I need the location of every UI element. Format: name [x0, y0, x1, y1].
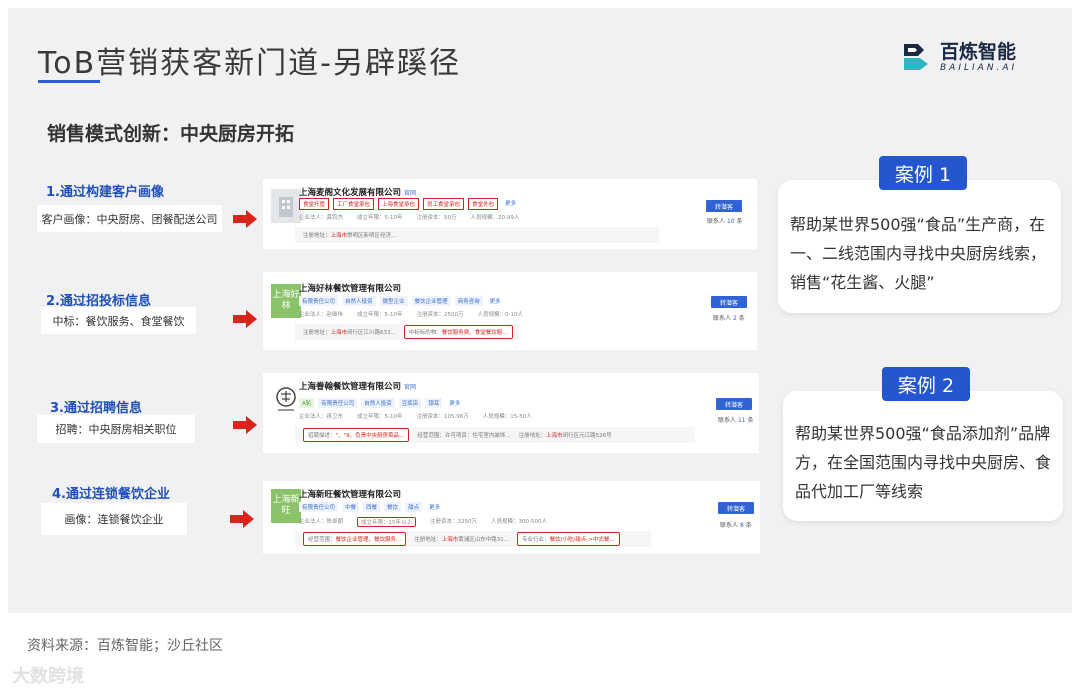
convert-lead-button[interactable]: 转潜客 [718, 502, 754, 514]
section-subtitle: 销售模式创新：中央厨房开拓 [47, 123, 295, 145]
title-underline [38, 80, 100, 83]
company-name[interactable]: 上海麦阁文化发展有限公司 官网 [299, 186, 416, 198]
tag: 西餐 [363, 502, 381, 512]
more-link[interactable]: 更多 [502, 198, 519, 210]
founded-years-highlight: 成立年限：15年以上 [357, 517, 417, 527]
convert-lead-button[interactable]: 转潜客 [711, 296, 747, 308]
company-card-2[interactable]: 上海好林 上海好林餐饮管理有限公司 有限责任公司 自然人投资 微型企业 餐饮企业… [263, 272, 757, 350]
company-name[interactable]: 上海好林餐饮管理有限公司 [299, 282, 401, 294]
more-link[interactable]: 更多 [487, 296, 504, 306]
company-card-3[interactable]: 上海眷翰餐饮管理有限公司 官网 A轮 有限责任公司 自然人投资 豆浆店 银耳 更… [263, 373, 759, 453]
convert-lead-button[interactable]: 转潜客 [716, 398, 752, 410]
company-logo [271, 383, 301, 417]
tag: 有限责任公司 [318, 398, 358, 408]
tag: 甜点 [405, 502, 423, 512]
contacts-count[interactable]: 联系人 10 条 [707, 216, 743, 225]
tag: 商务咨询 [454, 296, 483, 306]
tag: A轮 [299, 398, 315, 408]
tag: 有限责任公司 [299, 502, 339, 512]
case-2-box: 帮助某世界500强“食品添加剂”品牌方，在全国范围内寻找中央厨房、食品代加工厂等… [783, 391, 1063, 521]
company-logo: 上海新旺 [271, 489, 301, 523]
right-arrow-icon [233, 310, 257, 328]
company-card-1[interactable]: 上海麦阁文化发展有限公司 官网 食堂托管 工厂食堂承包 上海食堂承包 员工食堂承… [263, 179, 757, 249]
step-box-1: 客户画像：中央厨房、团餐配送公司 [37, 205, 222, 232]
tag: 食堂托管 [299, 198, 330, 210]
tag: 自然人投资 [361, 398, 395, 408]
right-arrow-icon [233, 210, 257, 228]
website-badge: 官网 [403, 190, 416, 197]
tag: 工厂食堂承包 [333, 198, 375, 210]
tag: 中餐 [342, 502, 360, 512]
right-arrow-icon [233, 416, 257, 434]
brand-logo: 百炼智能 BAILIAN.AI [900, 40, 1017, 74]
company-info-row: 企业法人：孫卫东 成立年限：5-10年 注册资本：105.96万 人员规模：15-50… [299, 414, 532, 420]
tag-row: 有限责任公司 中餐 西餐 餐饮 甜点 更多 [299, 502, 443, 512]
watermark: 大数跨境 [12, 666, 84, 687]
contacts-count[interactable]: 联系人 2 条 [713, 313, 745, 322]
tag: 上海食堂承包 [378, 198, 420, 210]
tag: 餐饮 [384, 502, 402, 512]
source-note: 资料来源：百炼智能；沙丘社区 [27, 638, 223, 654]
tag: 微型企业 [379, 296, 408, 306]
address-row: 招聘描述："、"9、负责中央厨房菜品... 经营范围：许可项目：住宅室内装饰..… [295, 427, 695, 443]
step-box-4: 画像：连锁餐饮企业 [41, 503, 187, 535]
website-badge: 官网 [403, 384, 416, 391]
tag-row: A轮 有限责任公司 自然人投资 豆浆店 银耳 更多 [299, 398, 463, 408]
step-box-3: 招聘：中央厨房相关职位 [37, 415, 195, 443]
page-title: ToB营销获客新门道-另辟蹊径 [38, 46, 461, 81]
more-link[interactable]: 更多 [446, 398, 463, 408]
more-link[interactable]: 更多 [426, 502, 443, 512]
company-logo: 上海好林 [271, 284, 301, 318]
step-title-1: 1.通过构建客户画像 [46, 185, 164, 200]
company-name[interactable]: 上海新旺餐饮管理有限公司 [299, 488, 401, 500]
bailian-logo-icon [900, 40, 934, 74]
company-info-row: 企业法人：赵继伟 成立年限：5-10年 注册资本：2500万 人员规模：0-10人 [299, 312, 523, 318]
company-card-4[interactable]: 上海新旺 上海新旺餐饮管理有限公司 有限责任公司 中餐 西餐 餐饮 甜点 更多 … [263, 481, 760, 554]
tag-row: 食堂托管 工厂食堂承包 上海食堂承包 员工食堂承包 食堂外包 更多 [299, 198, 519, 210]
company-name[interactable]: 上海眷翰餐饮管理有限公司 官网 [299, 380, 416, 392]
case-1-label: 案例 1 [879, 156, 967, 190]
tag: 食堂外包 [468, 198, 499, 210]
right-arrow-icon [230, 510, 254, 528]
industry-highlight: 专业行业：餐饮/小吃/甜点->中式餐... [517, 532, 620, 546]
contacts-count[interactable]: 联系人 11 条 [718, 415, 754, 424]
tag: 银耳 [425, 398, 443, 408]
step-title-4: 4.通过连锁餐饮企业 [52, 487, 170, 502]
address-row: 经营范围：餐饮企业管理，餐饮服务... 注册地址：上海市黄浦区山东中路31...… [295, 531, 651, 547]
convert-lead-button[interactable]: 转潜客 [706, 200, 742, 212]
tag: 自然人投资 [342, 296, 376, 306]
logo-name: 百炼智能 [940, 40, 1017, 63]
bid-subject-highlight: 中标标的物：餐饮服务费、食堂餐饮服... [403, 325, 513, 339]
company-info-row: 企业法人：陈卓朝 成立年限：15年以上 注册资本：3250万 人员规模：300-500… [299, 517, 547, 527]
step-title-3: 3.通过招聘信息 [50, 401, 142, 416]
tag: 豆浆店 [398, 398, 422, 408]
address-row: 注册地址：上海市崇明区新明区经济... [295, 227, 659, 243]
case-2-label: 案例 2 [882, 367, 970, 401]
building-icon [271, 189, 301, 223]
tag: 餐饮企业管理 [411, 296, 451, 306]
tag-row: 有限责任公司 自然人投资 微型企业 餐饮企业管理 商务咨询 更多 [299, 296, 504, 306]
step-box-2: 中标：餐饮服务、食堂餐饮 [41, 307, 196, 334]
company-info-row: 企业法人：龚钧杰 成立年限：5-10年 注册资本：50万 人员规模：20-99人 [299, 215, 520, 221]
tag: 员工食堂承包 [423, 198, 465, 210]
tag: 有限责任公司 [299, 296, 339, 306]
logo-subname: BAILIAN.AI [940, 62, 1018, 73]
business-scope-highlight: 经营范围：餐饮企业管理，餐饮服务... [303, 532, 407, 546]
case-1-box: 帮助某世界500强“食品”生产商，在一、二线范围内寻找中央厨房线索，销售“花生酱… [778, 180, 1061, 313]
recruit-highlight: 招聘描述："、"9、负责中央厨房菜品... [303, 428, 410, 442]
address-row: 注册地址：上海市闵行区江川路633... 中标标的物：餐饮服务费、食堂餐饮服..… [295, 324, 519, 340]
contacts-count[interactable]: 联系人 8 条 [720, 520, 752, 529]
